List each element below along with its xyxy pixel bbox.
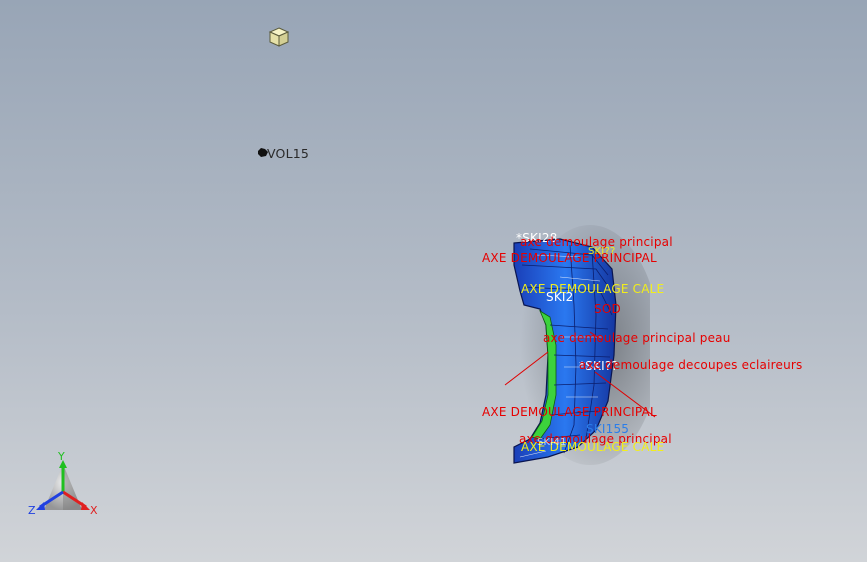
sod-label[interactable]: SOD — [594, 302, 621, 316]
annotation-leaders — [504, 331, 656, 418]
ski-bottom-label[interactable]: SKI41 — [537, 436, 567, 450]
compass-y-label: Y — [58, 450, 65, 463]
axe-demoulage-principal-top-label[interactable]: AXE DEMOULAGE PRINCIPAL — [482, 251, 657, 265]
compass-x-label: X — [90, 504, 98, 517]
xyz-axis-compass-icon[interactable]: Y X Z — [24, 450, 106, 522]
axe-demoulage-principal-peau-label[interactable]: axe demoulage principal peau — [543, 331, 731, 345]
3d-viewport[interactable]: VOL15 *SKI28 axe demoulage principal AXE… — [0, 0, 867, 562]
vol15-label[interactable]: VOL15 — [267, 147, 309, 161]
axe-demoulage-decoupes-label[interactable]: axe demoulage decoupes eclaireurs — [579, 358, 802, 372]
axe-demoulage-cale-top-label[interactable]: AXE DEMOULAGE CALE — [521, 282, 664, 296]
ski-top-right-label[interactable]: SKI?? — [588, 245, 615, 259]
compass-z-label: Z — [28, 504, 36, 517]
axe-demoulage-principal-mid-label[interactable]: AXE DEMOULAGE PRINCIPAL — [482, 405, 657, 419]
navigation-cube-icon[interactable] — [268, 26, 290, 48]
ski12-label[interactable]: SKI2 — [546, 290, 573, 304]
